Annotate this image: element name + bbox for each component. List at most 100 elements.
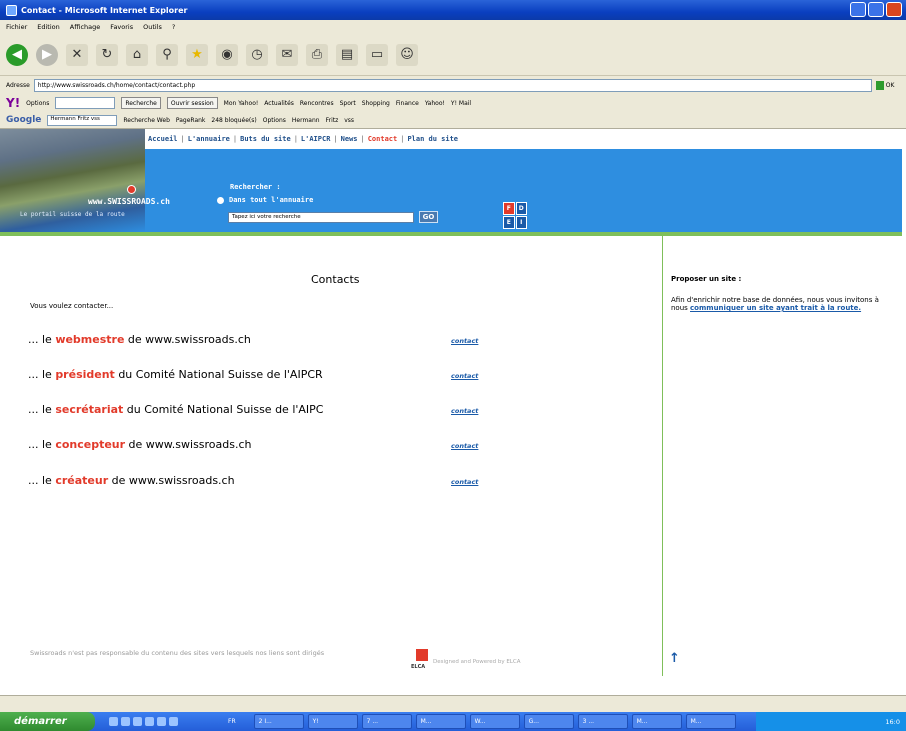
refresh-icon[interactable]: ↻ [96,43,118,66]
google-pagerank[interactable]: PageRank [176,117,206,124]
task-button[interactable]: 7 ... [361,714,412,729]
print-icon[interactable]: ⎙ [306,43,328,66]
google-highlight-2[interactable]: Fritz [326,117,339,124]
address-go-button[interactable]: OK [886,82,895,89]
google-highlight-1[interactable]: Hermann [292,117,320,124]
search-icon[interactable]: ⚲ [156,43,178,66]
task-button[interactable]: G... [523,714,574,729]
nav-separator: | [360,135,365,143]
quick-launch-icon[interactable] [169,717,178,726]
google-search-input[interactable]: Hermann Fritz vss [47,114,118,126]
lang-d[interactable]: D [515,202,527,215]
task-button[interactable]: Y! [307,714,358,729]
nav-plan[interactable]: Plan du site [407,135,458,143]
site-brand[interactable]: www.SWISSROADS.ch [88,197,170,206]
nav-annuaire[interactable]: L'annuaire [188,135,230,143]
start-button[interactable]: démarrer [0,712,95,731]
suggest-site-link[interactable]: communiquer un site ayant trait à la rou… [690,304,861,312]
home-icon[interactable]: ⌂ [126,43,148,66]
clock[interactable]: 16:0 [885,718,900,726]
lang-f[interactable]: F [503,202,515,215]
stop-icon[interactable]: ✕ [66,43,88,66]
quick-launch-icon[interactable] [157,717,166,726]
nav-buts[interactable]: Buts du site [240,135,291,143]
lang-i[interactable]: I [515,216,527,229]
history-icon[interactable]: ◷ [246,43,268,66]
maximize-button[interactable] [868,2,884,17]
contact-link-concepteur[interactable]: contact [451,442,478,450]
yahoo-item-shopping[interactable]: Shopping [362,100,390,107]
google-logo[interactable]: Google [6,115,41,125]
language-indicator[interactable]: FR [228,718,236,725]
task-button[interactable]: M... [631,714,682,729]
window-titlebar: Contact - Microsoft Internet Explorer [0,0,906,20]
site-search-input[interactable]: Tapez ici votre recherche [228,212,414,223]
elca-logo-icon[interactable] [416,649,428,661]
yahoo-search-input[interactable] [55,97,116,109]
quick-launch-icon[interactable] [145,717,154,726]
media-icon[interactable]: ◉ [216,43,238,66]
minimize-button[interactable] [850,2,866,17]
task-button[interactable]: M... [685,714,736,729]
task-button[interactable]: 3 ... [577,714,628,729]
nav-accueil[interactable]: Accueil [148,135,178,143]
contact-link-webmestre[interactable]: contact [451,337,478,345]
menu-help[interactable]: ? [172,23,175,31]
back-to-top-icon[interactable]: ↑ [669,651,680,666]
sidebar-divider [662,236,663,676]
mail-icon[interactable]: ✉ [276,43,298,66]
row-role: concepteur [55,438,126,451]
quick-launch-icon[interactable] [133,717,142,726]
row-role: créateur [55,474,109,487]
menu-favoris[interactable]: Favoris [110,23,133,31]
google-popup-blocked[interactable]: 248 bloquée(s) [211,117,256,124]
menu-outils[interactable]: Outils [143,23,162,31]
menu-fichier[interactable]: Fichier [6,23,27,31]
yahoo-options[interactable]: Options [26,100,49,107]
contact-link-secretariat[interactable]: contact [451,407,478,415]
contact-link-createur[interactable]: contact [451,478,478,486]
quick-launch-icon[interactable] [121,717,130,726]
nav-news[interactable]: News [341,135,358,143]
yahoo-item-dating[interactable]: Rencontres [300,100,334,107]
close-button[interactable] [886,2,902,17]
task-button[interactable]: 2 I... [253,714,304,729]
yahoo-item-sport[interactable]: Sport [340,100,356,107]
nav-contact[interactable]: Contact [368,135,398,143]
yahoo-item-news[interactable]: Actualités [264,100,294,107]
google-highlight-3[interactable]: vss [344,117,354,124]
lang-e[interactable]: E [503,216,515,229]
edit-icon[interactable]: ▤ [336,43,358,66]
yahoo-signin-button[interactable]: Ouvrir session [166,97,218,109]
menu-affichage[interactable]: Affichage [70,23,101,31]
yahoo-logo[interactable]: Y! [6,96,20,110]
task-button[interactable]: W... [469,714,520,729]
footer-credit[interactable]: Designed and Powered by ELCA [433,659,520,665]
messenger-icon[interactable]: ☺ [396,43,418,66]
yahoo-item-finance[interactable]: Finance [396,100,419,107]
nav-aipcr[interactable]: L'AIPCR [301,135,331,143]
google-web-search[interactable]: Recherche Web [123,117,170,124]
swiss-cross-icon [127,185,136,194]
task-button[interactable]: M... [415,714,466,729]
folder-icon[interactable]: ▭ [366,43,388,66]
search-go-button[interactable]: GO [419,211,438,223]
search-scope-radio[interactable]: Dans tout l'annuaire [217,196,313,204]
contact-link-president[interactable]: contact [451,372,478,380]
yahoo-item-mail[interactable]: Y! Mail [451,100,471,107]
radio-icon[interactable] [217,196,224,204]
quick-launch-icon[interactable] [109,717,118,726]
address-input[interactable]: http://www.swissroads.ch/home/contact/co… [33,78,872,92]
favorites-icon[interactable]: ★ [186,43,208,66]
back-icon[interactable]: ◀ [6,43,28,66]
yahoo-item-yahoo[interactable]: Yahoo! [425,100,445,107]
go-arrow-icon[interactable] [875,80,884,90]
site-nav: Accueil | L'annuaire | Buts du site | L'AIP… [145,129,902,149]
forward-icon[interactable]: ▶ [36,43,58,66]
menu-edition[interactable]: Edition [37,23,60,31]
row-suffix: du Comité National Suisse de l'AIPC [123,403,324,416]
google-options[interactable]: Options [263,117,286,124]
system-tray: 16:0 [756,712,906,731]
yahoo-item-my[interactable]: Mon Yahoo! [224,100,259,107]
yahoo-search-button[interactable]: Recherche [121,97,161,109]
